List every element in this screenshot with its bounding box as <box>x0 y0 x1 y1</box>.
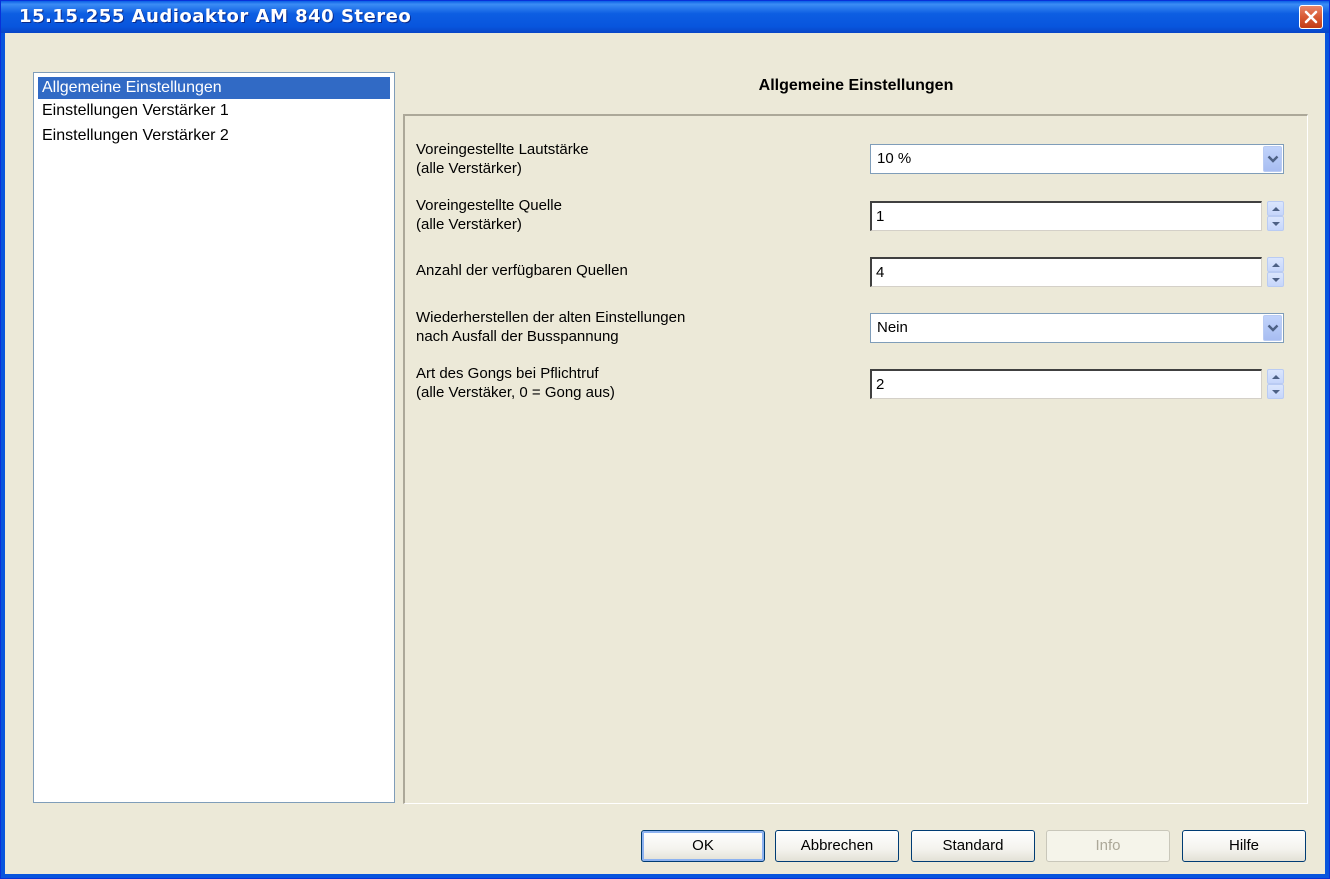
source-spinner[interactable] <box>1267 201 1284 231</box>
param-label-source: Voreingestellte Quelle (alle Verstärker) <box>416 196 562 234</box>
source-count-input[interactable]: 4 <box>870 257 1262 287</box>
cancel-button[interactable]: Abbrechen <box>775 830 899 862</box>
gong-input[interactable]: 2 <box>870 369 1262 399</box>
param-label-gong: Art des Gongs bei Pflichtruf (alle Verst… <box>416 364 615 402</box>
source-input[interactable]: 1 <box>870 201 1262 231</box>
spin-down-icon[interactable] <box>1267 384 1284 399</box>
spin-up-icon[interactable] <box>1267 257 1284 272</box>
param-label-line2: (alle Verstäker, 0 = Gong aus) <box>416 384 615 401</box>
param-label-line1: Art des Gongs bei Pflichtruf <box>416 365 599 382</box>
dialog-window: 15.15.255 Audioaktor AM 840 Stereo Allge… <box>0 0 1330 879</box>
restore-dropdown-value: Nein <box>877 319 908 336</box>
param-label-volume: Voreingestellte Lautstärke (alle Verstär… <box>416 140 589 178</box>
param-label-line2: nach Ausfall der Busspannung <box>416 328 619 345</box>
panel-title: Allgemeine Einstellungen <box>758 77 954 94</box>
spin-up-icon[interactable] <box>1267 369 1284 384</box>
param-label-line1: Voreingestellte Quelle <box>416 197 562 214</box>
help-button[interactable]: Hilfe <box>1182 830 1306 862</box>
param-label-line1: Voreingestellte Lautstärke <box>416 141 589 158</box>
tree-item-verstaerker-2[interactable]: Einstellungen Verstärker 2 <box>38 125 233 147</box>
param-label-line1: Wiederherstellen der alten Einstellungen <box>416 309 686 326</box>
volume-dropdown-value: 10 % <box>877 150 912 167</box>
param-label-restore: Wiederherstellen der alten Einstellungen… <box>416 308 685 346</box>
info-button: Info <box>1046 830 1170 862</box>
source-count-spinner[interactable] <box>1267 257 1284 287</box>
window-frame-left <box>1 33 5 878</box>
chevron-down-icon[interactable] <box>1263 315 1282 341</box>
window-frame-right <box>1325 33 1329 878</box>
title-bar[interactable]: 15.15.255 Audioaktor AM 840 Stereo <box>1 1 1329 33</box>
chevron-down-icon[interactable] <box>1263 146 1282 172</box>
gong-spinner[interactable] <box>1267 369 1284 399</box>
ok-button[interactable]: OK <box>641 830 765 862</box>
parameter-tree: Allgemeine Einstellungen Einstellungen V… <box>33 72 395 803</box>
param-label-line2: (alle Verstärker) <box>416 160 522 177</box>
standard-button[interactable]: Standard <box>911 830 1035 862</box>
restore-dropdown[interactable]: Nein <box>870 313 1284 343</box>
param-label-line1: Anzahl der verfügbaren Quellen <box>416 262 628 279</box>
tree-item-verstaerker-1[interactable]: Einstellungen Verstärker 1 <box>38 100 233 122</box>
param-label-source-count: Anzahl der verfügbaren Quellen <box>416 261 628 280</box>
window-frame-bottom <box>1 874 1329 878</box>
close-button[interactable] <box>1299 5 1323 29</box>
spin-down-icon[interactable] <box>1267 216 1284 231</box>
tree-item-allgemeine-einstellungen[interactable]: Allgemeine Einstellungen <box>38 77 390 99</box>
volume-dropdown[interactable]: 10 % <box>870 144 1284 174</box>
spin-down-icon[interactable] <box>1267 272 1284 287</box>
spin-up-icon[interactable] <box>1267 201 1284 216</box>
param-label-line2: (alle Verstärker) <box>416 216 522 233</box>
window-title: 15.15.255 Audioaktor AM 840 Stereo <box>19 6 412 27</box>
